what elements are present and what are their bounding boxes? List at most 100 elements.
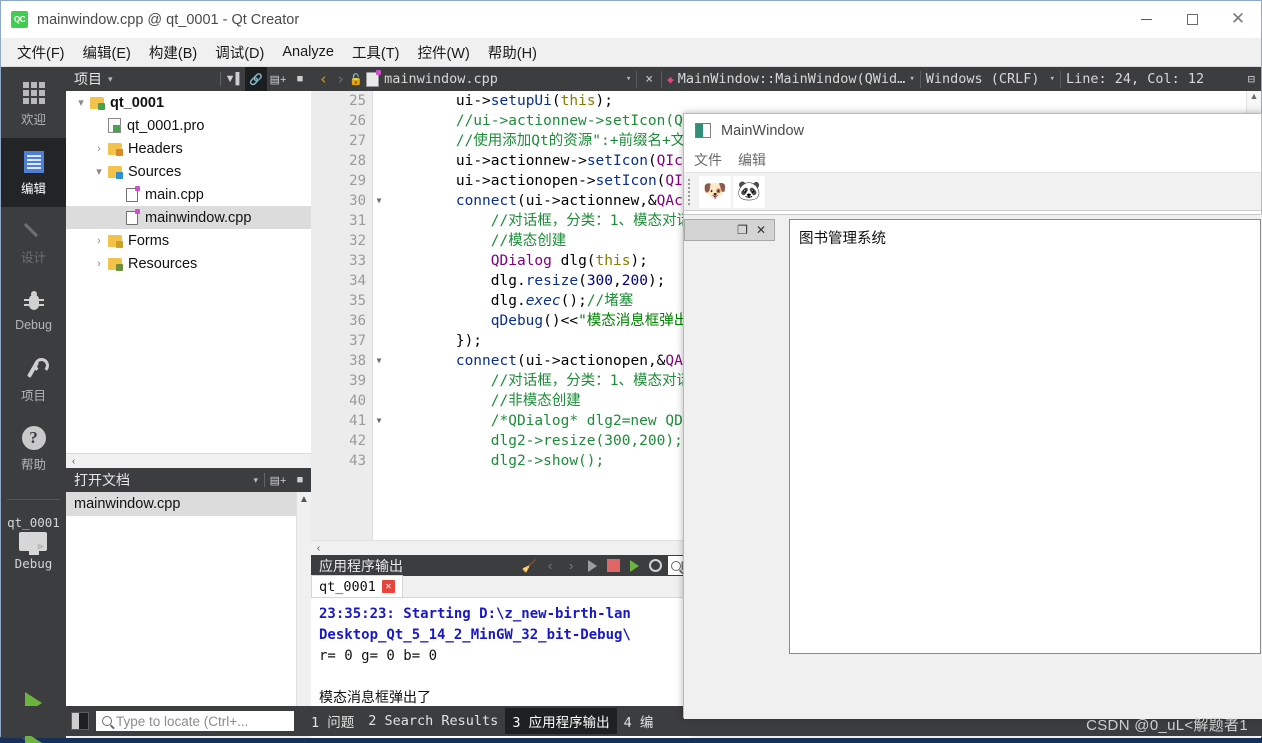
twisty-closed-icon[interactable]: › bbox=[90, 235, 108, 247]
fold-marker-icon[interactable]: ▼ bbox=[373, 411, 385, 431]
editor-toolbar: ‹ › 🔓 mainwindow.cpp ▾ × ◆ MainWindow::M… bbox=[311, 67, 1261, 91]
tree-item-label: qt_0001.pro bbox=[127, 117, 205, 134]
scroll-left-icon[interactable]: ‹ bbox=[311, 543, 326, 554]
twisty-open-icon[interactable]: ▾ bbox=[90, 165, 108, 178]
status-tab-compile-output[interactable]: 4 编 bbox=[617, 708, 661, 734]
mode-design-label: 设计 bbox=[20, 250, 46, 265]
menu-debug[interactable]: 调试(D) bbox=[206, 38, 273, 67]
toolbar-action-new[interactable]: 🐶 bbox=[699, 175, 731, 208]
open-document-item[interactable]: mainwindow.cpp bbox=[66, 492, 311, 516]
app-mainwindow[interactable]: MainWindow 文件 编辑 🐶 🐼 ❐ ✕ 图书管理系统 bbox=[683, 113, 1262, 719]
tree-item-forms[interactable]: › Forms bbox=[66, 229, 311, 252]
fold-marker-icon[interactable]: ▼ bbox=[373, 191, 385, 211]
menu-tools[interactable]: 工具(T) bbox=[343, 38, 409, 67]
editor-filename[interactable]: mainwindow.cpp bbox=[384, 71, 498, 87]
open-documents-list[interactable]: mainwindow.cpp bbox=[66, 492, 311, 721]
tree-item-mainwindow-cpp[interactable]: mainwindow.cpp bbox=[66, 206, 311, 229]
mode-design[interactable]: 设计 bbox=[1, 207, 66, 276]
app-menu-file[interactable]: 文件 bbox=[694, 150, 722, 170]
minimize-button[interactable] bbox=[1123, 1, 1169, 38]
mode-welcome[interactable]: 欢迎 bbox=[1, 69, 66, 138]
kit-selector[interactable]: qt_0001 ▶ Debug bbox=[1, 515, 66, 571]
code-token: ); bbox=[595, 93, 614, 109]
app-menu-edit[interactable]: 编辑 bbox=[738, 150, 766, 170]
prev-icon[interactable]: ‹ bbox=[540, 555, 561, 576]
app-toolbar: 🐶 🐼 bbox=[684, 173, 1261, 211]
toolbar-action-open[interactable]: 🐼 bbox=[733, 175, 765, 208]
code-token: ui bbox=[525, 193, 544, 209]
find-icon bbox=[670, 560, 681, 571]
line-ending-selector[interactable]: Windows (CRLF) bbox=[926, 71, 1040, 87]
restore-icon[interactable]: ❐ bbox=[737, 223, 748, 237]
next-icon[interactable]: › bbox=[561, 555, 582, 576]
mode-help[interactable]: ? 帮助 bbox=[1, 414, 66, 483]
chevron-down-icon[interactable]: ▾ bbox=[108, 74, 113, 85]
rerun-debug-icon[interactable] bbox=[624, 555, 645, 576]
editor-close-icon[interactable]: × bbox=[642, 72, 656, 87]
mode-debug[interactable]: Debug bbox=[1, 276, 66, 345]
code-line[interactable]: ui->setupUi(this); bbox=[386, 91, 1261, 111]
tree-item-headers[interactable]: › Headers bbox=[66, 137, 311, 160]
app-text-edit[interactable]: 图书管理系统 bbox=[789, 219, 1261, 654]
tree-item-pro-file[interactable]: qt_0001.pro bbox=[66, 114, 311, 137]
link-sync-icon[interactable]: 🔗 bbox=[245, 67, 267, 91]
filter-icon[interactable]: ▼▌ bbox=[223, 67, 245, 91]
close-button[interactable]: ✕ bbox=[1215, 1, 1261, 38]
split-icon[interactable]: ▤+ bbox=[267, 468, 289, 492]
project-tree[interactable]: ▾ qt_0001 qt_0001.pro › Headers ▾ Source… bbox=[66, 91, 311, 468]
output-tab-qt0001[interactable]: qt_0001 ✕ bbox=[311, 575, 403, 597]
nav-forward-icon[interactable]: › bbox=[332, 70, 349, 88]
stop-icon[interactable] bbox=[603, 555, 624, 576]
toolbar-grip[interactable] bbox=[688, 178, 693, 205]
tree-item-resources[interactable]: › Resources bbox=[66, 252, 311, 275]
status-tab-app-output[interactable]: 3 应用程序输出 bbox=[505, 708, 617, 734]
scroll-up-icon[interactable]: ▲ bbox=[297, 492, 311, 505]
line-number: 37 bbox=[349, 333, 366, 349]
nav-back-icon[interactable]: ‹ bbox=[315, 70, 332, 88]
chevron-down-icon[interactable]: ▾ bbox=[909, 74, 914, 84]
mode-projects[interactable]: 项目 bbox=[1, 345, 66, 414]
maximize-button[interactable] bbox=[1169, 1, 1215, 38]
chevron-down-icon[interactable]: ▾ bbox=[253, 475, 258, 486]
tree-item-project[interactable]: ▾ qt_0001 bbox=[66, 91, 311, 114]
status-tab-search-results[interactable]: 2 Search Results bbox=[361, 710, 505, 732]
clear-icon[interactable]: 🧹 bbox=[519, 555, 540, 576]
scroll-up-icon[interactable]: ▲ bbox=[1247, 91, 1261, 101]
status-tab-issues[interactable]: 1 问题 bbox=[304, 708, 361, 734]
close-panel-icon[interactable]: ■ bbox=[289, 67, 311, 91]
menu-analyze[interactable]: Analyze bbox=[273, 40, 343, 64]
code-token: -> bbox=[569, 153, 587, 169]
menu-file[interactable]: 文件(F) bbox=[8, 38, 74, 67]
close-icon[interactable]: ✕ bbox=[756, 223, 766, 237]
open-documents-scrollbar[interactable]: ▲ ▼ bbox=[296, 492, 311, 721]
twisty-closed-icon[interactable]: › bbox=[90, 258, 108, 270]
menu-build[interactable]: 构建(B) bbox=[140, 38, 206, 67]
twisty-closed-icon[interactable]: › bbox=[90, 143, 108, 155]
chevron-down-icon[interactable]: ▾ bbox=[1050, 74, 1055, 84]
tree-item-label: Headers bbox=[128, 140, 183, 157]
menu-widgets[interactable]: 控件(W) bbox=[408, 38, 478, 67]
close-panel-icon[interactable]: ■ bbox=[289, 468, 311, 492]
mode-edit[interactable]: 编辑 bbox=[1, 138, 66, 207]
editor-symbol-selector[interactable]: MainWindow::MainWindow(QWid… bbox=[678, 71, 906, 87]
split-icon[interactable]: ▤+ bbox=[267, 67, 289, 91]
menu-edit[interactable]: 编辑(E) bbox=[74, 38, 140, 67]
qt-pro-file-icon bbox=[108, 118, 121, 133]
settings-gear-icon[interactable] bbox=[645, 555, 666, 576]
menu-help[interactable]: 帮助(H) bbox=[479, 38, 546, 67]
scroll-left-icon[interactable]: ‹ bbox=[66, 456, 81, 467]
chevron-down-icon[interactable]: ▾ bbox=[626, 74, 631, 84]
lock-icon[interactable]: 🔓 bbox=[349, 73, 363, 86]
close-icon[interactable]: ✕ bbox=[381, 580, 395, 593]
locator-input[interactable]: Type to locate (Ctrl+... bbox=[96, 711, 294, 731]
subwindow-title-bar[interactable]: ❐ ✕ bbox=[684, 219, 775, 241]
project-tree-hscrollbar[interactable]: ‹ bbox=[66, 453, 311, 468]
twisty-open-icon[interactable]: ▾ bbox=[72, 96, 90, 109]
tree-item-sources[interactable]: ▾ Sources bbox=[66, 160, 311, 183]
split-editor-icon[interactable]: ⊟ bbox=[1242, 72, 1261, 86]
toggle-sidebar-button[interactable] bbox=[71, 712, 89, 730]
run-icon[interactable] bbox=[582, 555, 603, 576]
fold-marker-icon[interactable]: ▼ bbox=[373, 351, 385, 371]
tree-item-main-cpp[interactable]: main.cpp bbox=[66, 183, 311, 206]
